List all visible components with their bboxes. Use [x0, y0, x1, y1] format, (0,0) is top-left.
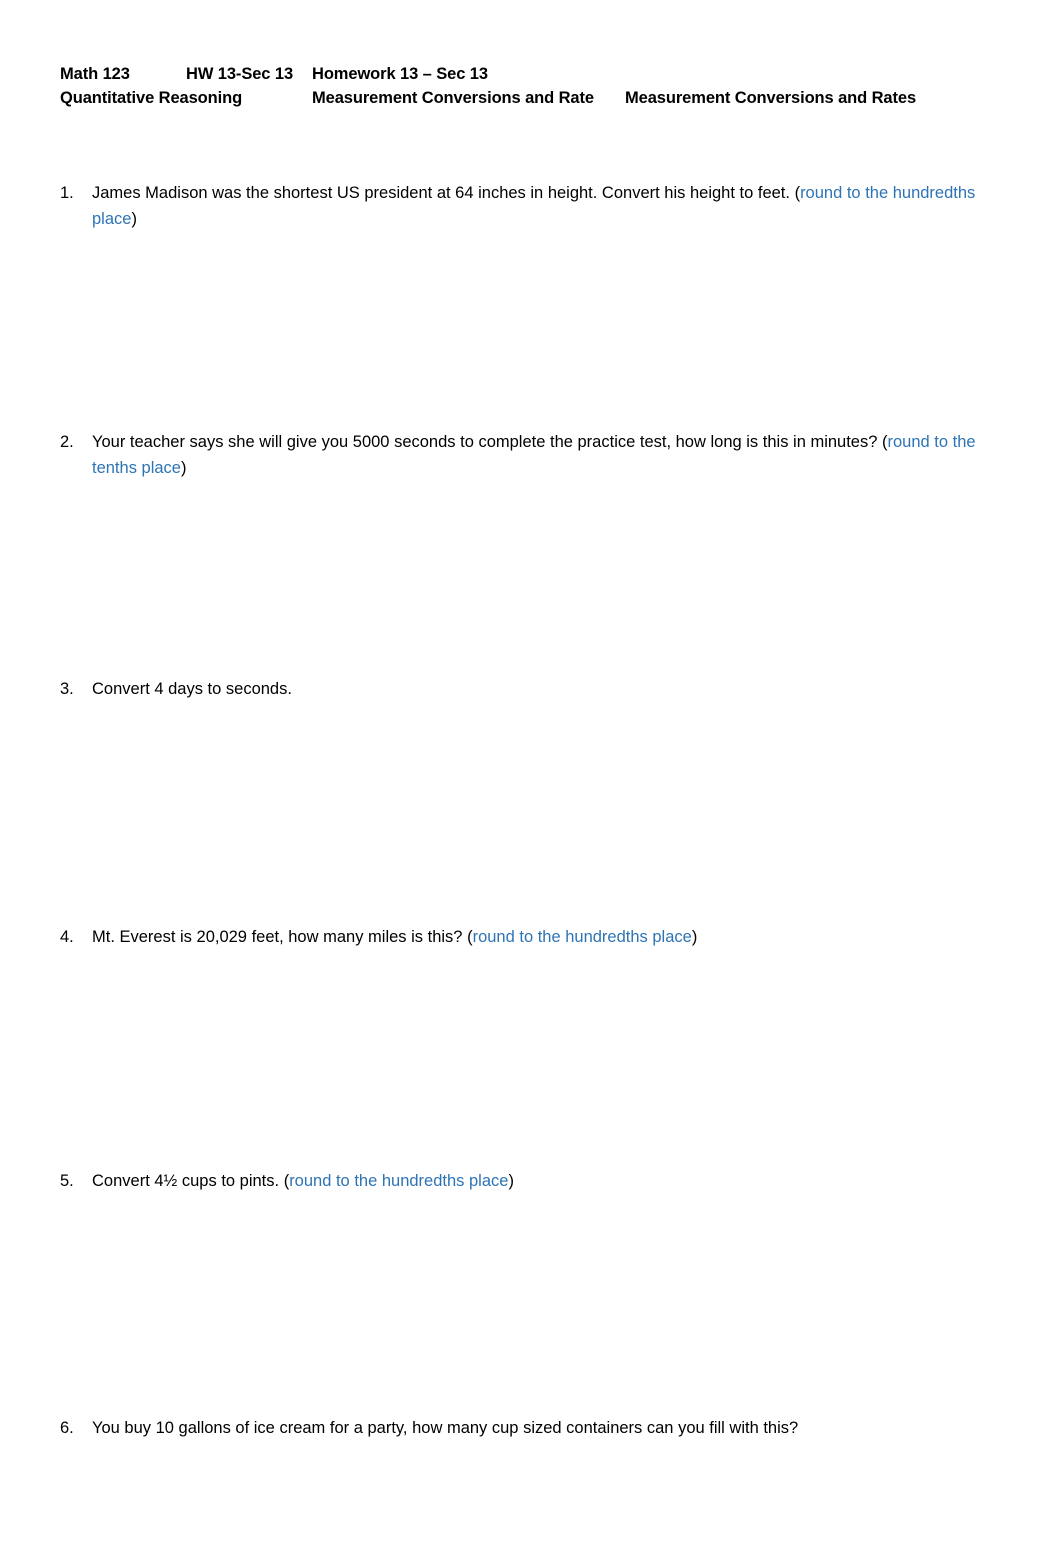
question-text: Convert 4½ cups to pints.	[92, 1172, 284, 1190]
hint-close-paren: )	[508, 1172, 514, 1190]
question-body: You buy 10 gallons of ice cream for a pa…	[92, 1416, 986, 1442]
hint-close-paren: )	[180, 458, 187, 477]
question-number: 5.	[60, 1172, 74, 1190]
hint-close-paren: )	[131, 209, 137, 228]
header-topic-full: Measurement Conversions and Rates	[625, 89, 917, 107]
question-number: 3.	[60, 680, 74, 698]
question-item: 3. Convert 4 days to seconds.	[60, 677, 986, 703]
question-number: 1.	[60, 184, 74, 202]
question-item: 2. Your teacher says she will give you 5…	[60, 430, 986, 481]
question-text: Convert 4 days to seconds.	[92, 680, 292, 698]
question-text: Your teacher says she will give you 5000…	[92, 433, 882, 451]
question-item: 6. You buy 10 gallons of ice cream for a…	[60, 1416, 986, 1442]
header-line-2: Quantitative Reasoning Measurement Conver…	[60, 86, 1020, 110]
document-header: Math 123 HW 13-Sec 13 Homework 13 – Sec 13…	[60, 62, 1020, 110]
question-text: Mt. Everest is 20,029 feet, how many mil…	[92, 928, 468, 946]
header-course-code: Math 123	[60, 65, 130, 83]
question-body: James Madison was the shortest US presid…	[92, 181, 986, 232]
header-assignment-title: Homework 13 – Sec 13	[312, 65, 488, 83]
rounding-hint: round to the hundredths place	[289, 1172, 509, 1190]
document-page: Math 123 HW 13-Sec 13 Homework 13 – Sec 13…	[0, 0, 1062, 1556]
question-item: 4. Mt. Everest is 20,029 feet, how many …	[60, 925, 986, 951]
question-number: 6.	[60, 1419, 74, 1437]
question-number: 4.	[60, 928, 74, 946]
question-body: Convert 4 days to seconds.	[92, 677, 986, 703]
header-topic: Measurement Conversions and Rate	[312, 89, 594, 107]
header-course-name: Quantitative Reasoning	[60, 89, 243, 107]
question-item: 5. Convert 4½ cups to pints. (round to t…	[60, 1169, 986, 1195]
question-body: Convert 4½ cups to pints. (round to the …	[92, 1169, 986, 1195]
question-text: You buy 10 gallons of ice cream for a pa…	[92, 1419, 799, 1437]
rounding-hint: round to the hundredths place	[472, 928, 692, 946]
hint-close-paren: )	[691, 928, 698, 946]
question-text: James Madison was the shortest US presid…	[92, 184, 795, 202]
header-assignment-code: HW 13-Sec 13	[186, 65, 294, 83]
question-number: 2.	[60, 433, 74, 451]
header-line-1: Math 123 HW 13-Sec 13 Homework 13 – Sec 13	[60, 62, 1020, 86]
question-body: Your teacher says she will give you 5000…	[92, 430, 986, 481]
question-item: 1. James Madison was the shortest US pre…	[60, 181, 986, 232]
question-body: Mt. Everest is 20,029 feet, how many mil…	[92, 925, 986, 951]
